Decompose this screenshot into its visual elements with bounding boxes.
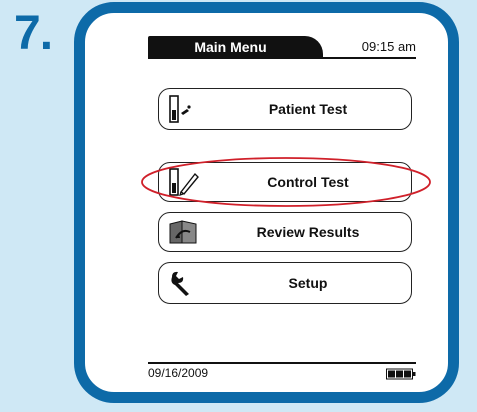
footer-divider xyxy=(148,362,416,364)
header-bar: Main Menu 09:15 am xyxy=(148,36,416,59)
review-results-button[interactable]: Review Results xyxy=(158,212,412,252)
wrench-icon xyxy=(167,269,201,297)
header-underline xyxy=(148,57,416,59)
setup-label: Setup xyxy=(288,275,328,291)
step-number: 7. xyxy=(14,7,53,60)
header-time: 09:15 am xyxy=(361,39,416,54)
footer-date: 09/16/2009 xyxy=(148,366,209,380)
setup-button[interactable]: Setup xyxy=(158,262,412,304)
patient-test-icon xyxy=(167,95,201,123)
control-test-icon xyxy=(167,168,201,196)
review-results-label: Review Results xyxy=(256,224,360,240)
review-results-icon xyxy=(167,218,201,246)
patient-test-label: Patient Test xyxy=(268,101,348,117)
control-test-label: Control Test xyxy=(267,174,349,190)
control-test-button[interactable]: Control Test xyxy=(158,162,412,202)
patient-test-button[interactable]: Patient Test xyxy=(158,88,412,130)
header-title: Main Menu xyxy=(148,36,323,58)
battery-icon xyxy=(386,368,416,380)
device-screen-frame xyxy=(74,2,459,403)
